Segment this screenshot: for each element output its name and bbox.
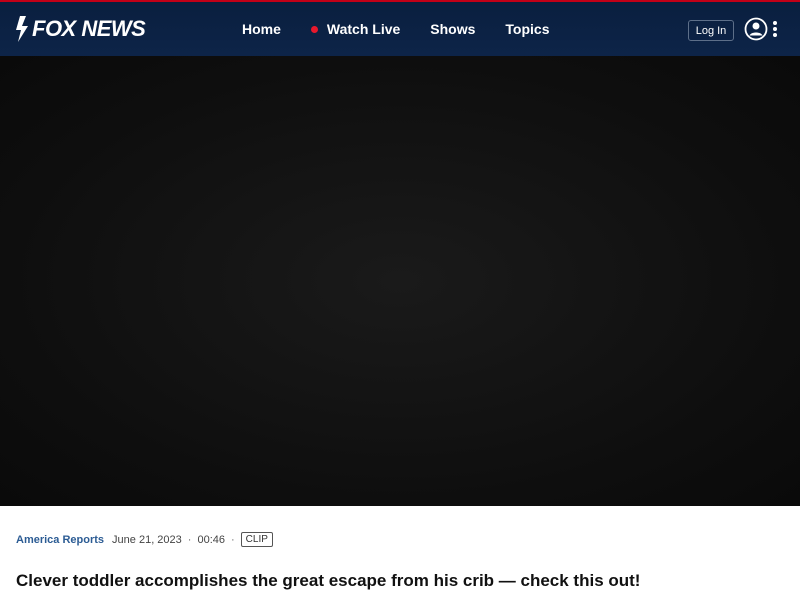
more-vertical-icon[interactable] [770,17,780,41]
meta-separator: · [187,533,192,546]
nav-watch-live-label: Watch Live [326,21,401,37]
video-player[interactable] [0,56,800,506]
fox-news-logo[interactable]: FOX NEWS [16,15,146,43]
user-icon[interactable] [744,17,768,41]
clip-badge: CLIP [240,532,273,547]
site-header: FOX NEWS Home Watch Live Shows Topics Lo… [0,2,800,56]
main-nav: Home Watch Live Shows Topics [242,2,580,56]
nav-watch-live[interactable]: Watch Live [310,21,401,37]
nav-home-label: Home [242,21,281,37]
meta-separator: · [230,533,235,546]
show-link[interactable]: America Reports [16,534,104,546]
nav-topics[interactable]: Topics [505,21,549,37]
login-button[interactable]: Log In [688,20,734,41]
video-title: Clever toddler accomplishes the great es… [16,571,641,590]
video-date: June 21, 2023 [112,533,182,546]
video-duration: 00:46 [197,533,225,546]
live-indicator-icon [310,25,318,33]
logo-bolt-icon [16,16,28,42]
video-meta: America Reports June 21, 2023 · 00:46 · … [16,531,273,548]
nav-topics-label: Topics [505,21,550,37]
nav-shows-label: Shows [430,21,476,37]
logo-text: FOX NEWS [32,16,146,41]
nav-shows[interactable]: Shows [430,21,475,37]
nav-home[interactable]: Home [242,21,281,37]
